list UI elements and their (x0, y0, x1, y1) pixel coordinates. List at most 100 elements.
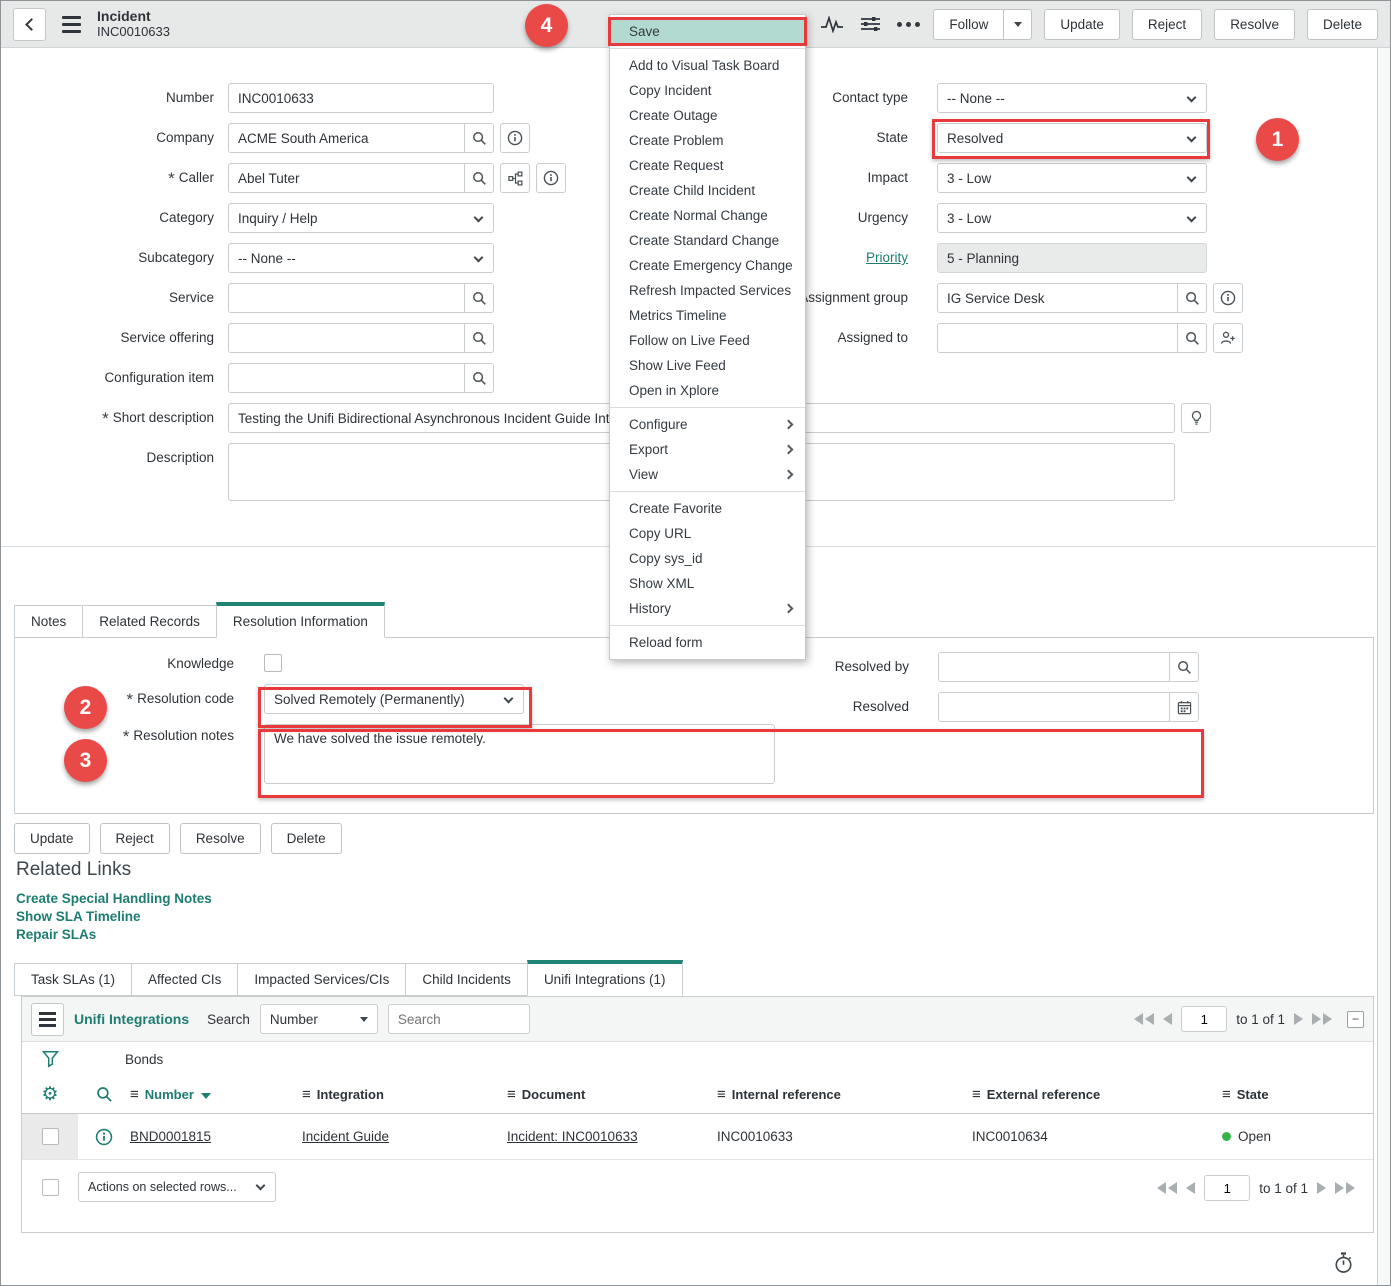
subcategory-select[interactable]: -- None -- (228, 243, 494, 273)
list-search-input[interactable] (388, 1004, 530, 1034)
service-offering-input[interactable] (228, 323, 465, 353)
tab-impacted-services-cis[interactable]: Impacted Services/CIs (237, 963, 406, 996)
service-offering-search-button[interactable] (464, 323, 494, 353)
caller-info-button[interactable] (536, 163, 566, 193)
menu-item-reload-form[interactable]: Reload form (610, 630, 805, 655)
state-select[interactable]: Resolved (937, 123, 1207, 153)
caller-input[interactable] (228, 163, 465, 193)
row-integration-link[interactable]: Incident Guide (302, 1129, 389, 1144)
company-search-button[interactable] (464, 123, 494, 153)
column-header-integration[interactable]: ≡Integration (302, 1086, 507, 1103)
menu-item-create-problem[interactable]: Create Problem (610, 128, 805, 153)
delete-button[interactable]: Delete (1307, 9, 1378, 40)
menu-item-history[interactable]: History (610, 596, 805, 621)
number-input[interactable] (228, 83, 494, 113)
row-number-link[interactable]: BND0001815 (130, 1129, 211, 1144)
urgency-select[interactable]: 3 - Low (937, 203, 1207, 233)
configuration-item-input[interactable] (228, 363, 465, 393)
follow-button[interactable]: Follow (933, 9, 1004, 40)
tab-child-incidents[interactable]: Child Incidents (405, 963, 528, 996)
menu-item-create-request[interactable]: Create Request (610, 153, 805, 178)
tab-task-slas[interactable]: Task SLAs (1) (14, 963, 132, 996)
column-header-document[interactable]: ≡Document (507, 1086, 717, 1103)
column-menu-icon[interactable]: ≡ (972, 1086, 981, 1103)
caller-search-button[interactable] (464, 163, 494, 193)
link-create-special-handling-notes[interactable]: Create Special Handling Notes (16, 890, 212, 908)
reject-button[interactable]: Reject (1132, 9, 1202, 40)
resolved-by-search-button[interactable] (1169, 652, 1199, 682)
column-menu-icon[interactable]: ≡ (717, 1086, 726, 1103)
next-page-button[interactable] (1317, 1182, 1326, 1194)
list-search-icon[interactable] (78, 1086, 130, 1103)
select-all-checkbox[interactable] (42, 1179, 59, 1196)
column-menu-icon[interactable]: ≡ (507, 1086, 516, 1103)
assignment-group-search-button[interactable] (1177, 283, 1207, 313)
resolve-button-footer[interactable]: Resolve (180, 823, 261, 854)
menu-item-add-to-visual-task-board[interactable]: Add to Visual Task Board (610, 53, 805, 78)
last-page-button[interactable] (1312, 1013, 1332, 1025)
impact-select[interactable]: 3 - Low (937, 163, 1207, 193)
tab-resolution-information[interactable]: Resolution Information (216, 602, 385, 638)
company-input[interactable] (228, 123, 465, 153)
menu-item-copy-url[interactable]: Copy URL (610, 521, 805, 546)
caller-hierarchy-button[interactable] (500, 163, 530, 193)
column-menu-icon[interactable]: ≡ (1222, 1086, 1231, 1103)
column-menu-icon[interactable]: ≡ (130, 1086, 139, 1103)
menu-item-view[interactable]: View (610, 462, 805, 487)
tab-notes[interactable]: Notes (14, 605, 83, 638)
row-info-icon[interactable] (78, 1128, 130, 1146)
resolution-notes-textarea[interactable]: We have solved the issue remotely. (264, 724, 775, 784)
more-options-icon[interactable] (895, 9, 921, 39)
link-repair-slas[interactable]: Repair SLAs (16, 926, 212, 944)
column-header-number[interactable]: ≡Number (130, 1086, 302, 1103)
assignment-group-input[interactable] (937, 283, 1178, 313)
menu-item-show-live-feed[interactable]: Show Live Feed (610, 353, 805, 378)
resolved-input[interactable] (938, 692, 1170, 722)
priority-link[interactable]: Priority (866, 250, 908, 265)
menu-item-save[interactable]: Save (610, 19, 805, 44)
reject-button-footer[interactable]: Reject (100, 823, 170, 854)
vertical-scrollbar[interactable] (1377, 48, 1390, 1285)
menu-item-show-xml[interactable]: Show XML (610, 571, 805, 596)
first-page-button[interactable] (1157, 1182, 1177, 1194)
first-page-button[interactable] (1134, 1013, 1154, 1025)
menu-item-copy-incident[interactable]: Copy Incident (610, 78, 805, 103)
menu-item-create-outage[interactable]: Create Outage (610, 103, 805, 128)
menu-item-copy-sys-id[interactable]: Copy sys_id (610, 546, 805, 571)
form-context-menu-button[interactable] (58, 12, 85, 37)
filter-funnel-icon[interactable] (22, 1042, 78, 1076)
column-header-external-reference[interactable]: ≡External reference (972, 1086, 1222, 1103)
actions-on-selected-rows-select[interactable]: Actions on selected rows... (78, 1172, 276, 1202)
row-document-link[interactable]: Incident: INC0010633 (507, 1129, 638, 1144)
page-number-input[interactable] (1204, 1175, 1250, 1201)
resolved-by-input[interactable] (938, 652, 1170, 682)
page-number-input[interactable] (1181, 1006, 1227, 1032)
last-page-button[interactable] (1335, 1182, 1355, 1194)
company-info-button[interactable] (500, 123, 530, 153)
assigned-to-search-button[interactable] (1177, 323, 1207, 353)
previous-page-button[interactable] (1163, 1013, 1172, 1025)
service-search-button[interactable] (464, 283, 494, 313)
personalize-form-icon[interactable] (857, 9, 883, 39)
response-time-stopwatch-icon[interactable] (1333, 1251, 1354, 1277)
update-button-footer[interactable]: Update (14, 823, 90, 854)
menu-item-open-in-xplore[interactable]: Open in Xplore (610, 378, 805, 403)
menu-item-create-favorite[interactable]: Create Favorite (610, 496, 805, 521)
assign-to-me-button[interactable] (1213, 323, 1243, 353)
menu-item-configure[interactable]: Configure (610, 412, 805, 437)
column-header-internal-reference[interactable]: ≡Internal reference (717, 1086, 972, 1103)
menu-item-create-standard-change[interactable]: Create Standard Change (610, 228, 805, 253)
assigned-to-input[interactable] (937, 323, 1178, 353)
collapse-list-button[interactable]: − (1347, 1011, 1364, 1028)
category-select[interactable]: Inquiry / Help (228, 203, 494, 233)
follow-dropdown-button[interactable] (1003, 9, 1032, 40)
menu-item-create-normal-change[interactable]: Create Normal Change (610, 203, 805, 228)
menu-item-create-child-incident[interactable]: Create Child Incident (610, 178, 805, 203)
resolve-button[interactable]: Resolve (1214, 9, 1295, 40)
breadcrumb-bonds[interactable]: Bonds (125, 1052, 163, 1067)
menu-item-refresh-impacted-services[interactable]: Refresh Impacted Services (610, 278, 805, 303)
configuration-item-search-button[interactable] (464, 363, 494, 393)
suggestion-lightbulb-button[interactable] (1181, 403, 1211, 433)
menu-item-export[interactable]: Export (610, 437, 805, 462)
back-button[interactable] (13, 8, 46, 41)
